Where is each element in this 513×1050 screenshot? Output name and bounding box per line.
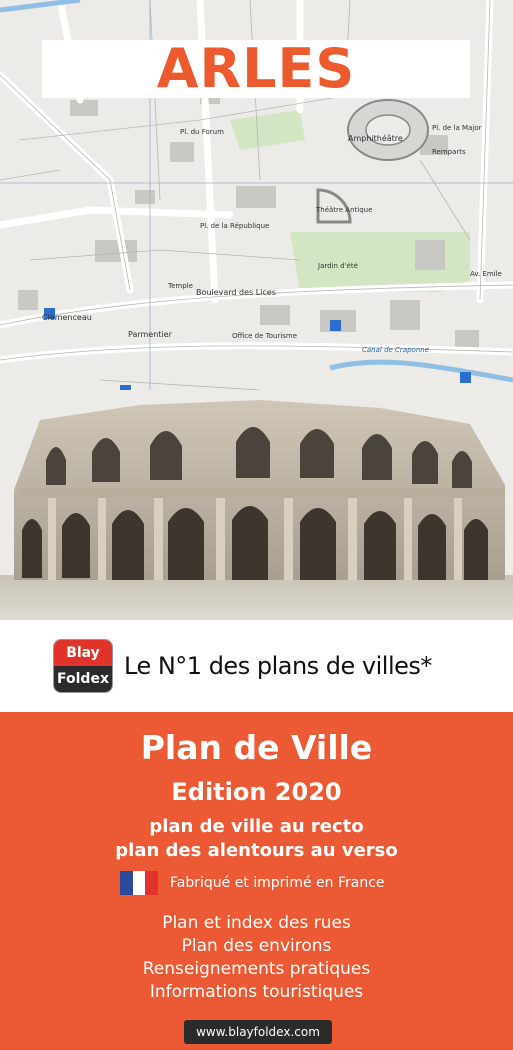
title-box: ARLES: [42, 40, 470, 98]
map-label-forum: Pl. du Forum: [180, 128, 224, 136]
map-label-major: Pl. de la Major: [432, 124, 482, 132]
feature-item: Plan des environs: [181, 936, 332, 956]
map-label-jardin: Jardin d'été: [318, 262, 358, 270]
map-label-emile: Av. Emile: [470, 270, 502, 278]
french-flag-icon: [120, 871, 159, 895]
map-label-republique: Pl. de la République: [200, 222, 270, 230]
plan-heading: Plan de Ville: [140, 728, 373, 767]
feature-item: Renseignements pratiques: [142, 959, 371, 979]
edition-label: Edition 2020: [171, 778, 342, 806]
recto-label: plan de ville au recto: [149, 816, 364, 837]
verso-label: plan des alentours au verso: [115, 840, 398, 861]
feature-item: Informations touristiques: [149, 982, 364, 1002]
map-label-office: Office de Tourisme: [232, 332, 298, 340]
feature-item: Plan et index des rues: [162, 913, 351, 933]
logo-bottom: Foldex: [54, 666, 112, 692]
logo-top: Blay: [54, 640, 112, 666]
blay-foldex-logo: Blay Foldex: [54, 640, 112, 692]
tagline: Le N°1 des plans de villes*: [124, 652, 432, 680]
map-label-parmentier: Parmentier: [128, 330, 172, 339]
map-label-theatre: Théâtre Antique: [316, 206, 373, 214]
made-in-label: Fabriqué et imprimé en France: [170, 875, 385, 891]
amphitheatre-illustration: [0, 390, 513, 620]
map-label-canal: Canal de Craponne: [362, 346, 430, 354]
map-label-amphitheatre: Amphithéâtre: [348, 134, 403, 143]
made-in-france: Fabriqué et imprimé en France: [120, 870, 385, 896]
map-label-temple: Temple: [168, 282, 193, 290]
amphitheatre-photo: [0, 390, 513, 620]
info-panel: Plan de Ville Edition 2020 plan de ville…: [0, 712, 513, 1050]
website-link[interactable]: www.blayfoldex.com: [184, 1020, 332, 1044]
map-label-remparts: Remparts: [432, 148, 466, 156]
map-label-clemenceau: Clemenceau: [42, 313, 92, 322]
map-cover: Amphithéâtre Boulevard des Lices Clemenc…: [0, 0, 513, 1050]
city-title: ARLES: [156, 37, 356, 100]
map-label-boulevard: Boulevard des Lices: [196, 288, 276, 297]
